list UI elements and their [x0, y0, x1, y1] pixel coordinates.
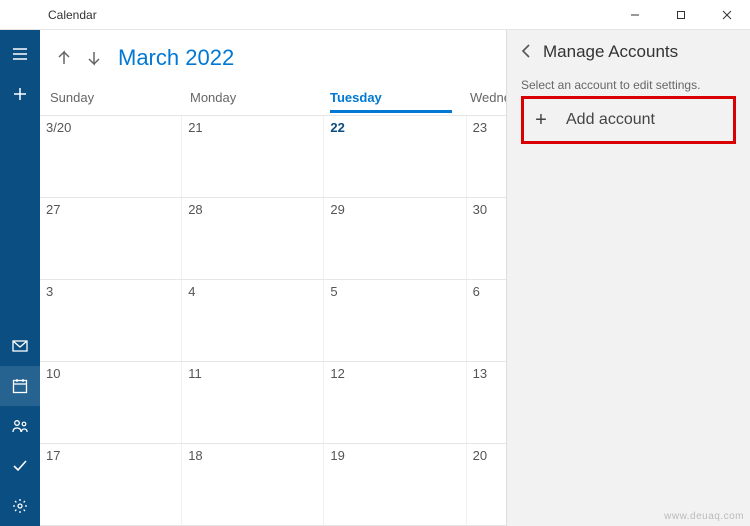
day-header: Sunday [50, 86, 190, 115]
calendar-day-cell[interactable]: 28 [182, 198, 324, 279]
calendar-day-cell[interactable]: 10 [40, 362, 182, 443]
calendar-day-cell[interactable]: 21 [182, 116, 324, 197]
back-chevron-icon[interactable] [521, 44, 531, 61]
calendar-day-cell[interactable]: 3 [40, 280, 182, 361]
watermark: www.deuaq.com [664, 511, 744, 522]
close-button[interactable] [704, 0, 750, 30]
calendar-day-cell[interactable]: 5 [324, 280, 466, 361]
maximize-button[interactable] [658, 0, 704, 30]
settings-icon[interactable] [0, 486, 40, 526]
hamburger-menu-button[interactable] [0, 34, 40, 74]
window-title: Calendar [48, 8, 97, 22]
window-controls [612, 0, 750, 30]
calendar-day-cell[interactable]: 27 [40, 198, 182, 279]
calendar-day-cell[interactable]: 22 [324, 116, 466, 197]
prev-month-button[interactable] [50, 38, 78, 78]
main-area: March 2022 Today Day SundayMondayTuesday… [40, 30, 750, 526]
calendar-day-cell[interactable]: 11 [182, 362, 324, 443]
todo-icon[interactable] [0, 446, 40, 486]
panel-subtitle: Select an account to edit settings. [521, 78, 736, 92]
add-account-button[interactable]: + Add account [521, 96, 736, 144]
day-header: Monday [190, 86, 330, 115]
calendar-day-cell[interactable]: 29 [324, 198, 466, 279]
calendar-day-cell[interactable]: 18 [182, 444, 324, 525]
calendar-day-cell[interactable]: 3/20 [40, 116, 182, 197]
plus-icon: + [530, 109, 552, 131]
minimize-button[interactable] [612, 0, 658, 30]
calendar-day-cell[interactable]: 12 [324, 362, 466, 443]
day-header: Tuesday [330, 86, 470, 115]
manage-accounts-panel: Manage Accounts Select an account to edi… [506, 30, 750, 526]
people-icon[interactable] [0, 406, 40, 446]
calendar-icon[interactable] [0, 366, 40, 406]
titlebar: Calendar [0, 0, 750, 30]
month-year-label[interactable]: March 2022 [118, 45, 234, 71]
next-month-button[interactable] [80, 38, 108, 78]
calendar-day-cell[interactable]: 17 [40, 444, 182, 525]
panel-title: Manage Accounts [543, 42, 678, 62]
sidebar [0, 30, 40, 526]
calendar-day-cell[interactable]: 19 [324, 444, 466, 525]
calendar-day-cell[interactable]: 4 [182, 280, 324, 361]
mail-icon[interactable] [0, 326, 40, 366]
new-event-button[interactable] [0, 74, 40, 114]
add-account-label: Add account [566, 111, 655, 129]
